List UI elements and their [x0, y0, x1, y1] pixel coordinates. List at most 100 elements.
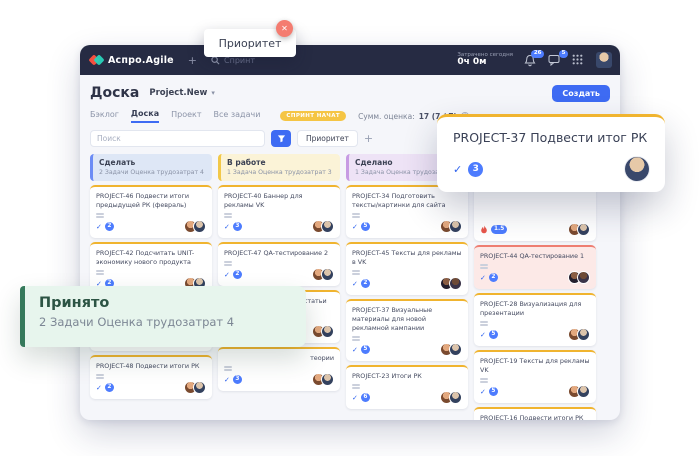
column-header: Сделать 2 Задачи Оценка трудозатрат 4 [90, 154, 212, 181]
avatar [193, 220, 206, 233]
task-card[interactable]: теории 3 [218, 347, 340, 391]
topbar-right: Затрачено сегодня 0ч 0м 26 5 [457, 52, 612, 68]
task-popup-card[interactable]: PROJECT-37 Подвести итог РК 3 [437, 114, 665, 192]
column-done: Сделано 1 Задача Оценка трудозатрат PROJ… [346, 154, 468, 409]
accepted-meta: 2 Задачи Оценка трудозатрат 4 [39, 315, 292, 329]
description-icon [96, 270, 104, 272]
task-card[interactable]: 1.5 [474, 185, 596, 241]
avatar [625, 157, 649, 181]
avatar [577, 271, 590, 284]
check-icon [96, 384, 102, 392]
notifications-badge: 26 [531, 50, 544, 59]
count-badge: 2 [233, 270, 242, 279]
priority-filter-chip[interactable]: Приоритет [297, 130, 358, 147]
description-icon [480, 378, 488, 380]
task-title [480, 192, 590, 201]
search-input[interactable] [90, 130, 265, 147]
subtask-counter: 5 [480, 387, 498, 396]
avatar [193, 381, 206, 394]
time-tracker[interactable]: Затрачено сегодня 0ч 0м [457, 52, 513, 68]
subtask-counter: 3 [224, 222, 242, 231]
tab-project[interactable]: Проект [171, 110, 201, 122]
task-popup-title: PROJECT-37 Подвести итог РК [453, 130, 649, 145]
task-card[interactable]: PROJECT-23 Итоги РК 6 [346, 365, 468, 409]
column-meta: 1 Задача Оценка трудозатрат 3 [227, 169, 334, 176]
app-window: Аспро.Agile Спринт Затрачено сегодня 0ч … [80, 45, 620, 420]
count-badge: 3 [233, 375, 242, 384]
subtask-counter: 2 [96, 222, 114, 231]
check-icon [224, 376, 230, 384]
count-badge: 3 [468, 162, 483, 177]
description-icon [224, 213, 232, 215]
task-card[interactable]: PROJECT-45 Тексты для рекламы в VK 2 [346, 242, 468, 295]
check-icon [352, 346, 358, 354]
avatars [568, 223, 590, 236]
task-card[interactable]: PROJECT-19 Тексты для рекламы VK 5 [474, 350, 596, 403]
avatars [568, 328, 590, 341]
task-card[interactable]: PROJECT-28 Визуализация для презентации … [474, 293, 596, 346]
column-header: В работе 1 Задача Оценка трудозатрат 3 [218, 154, 340, 181]
avatar [321, 268, 334, 281]
notifications-button[interactable]: 26 [524, 54, 537, 67]
column-todo: Сделать 2 Задачи Оценка трудозатрат 4 PR… [90, 154, 212, 399]
task-card[interactable]: PROJECT-16 Подвести итоги РК [474, 407, 596, 420]
description-icon [480, 264, 488, 266]
board-header: Доска Project.New Создать [90, 82, 610, 104]
description-icon [352, 384, 360, 386]
add-filter-icon[interactable]: + [364, 133, 373, 144]
project-select[interactable]: Project.New [149, 88, 215, 98]
user-avatar[interactable] [596, 52, 612, 68]
avatars [440, 220, 462, 233]
count-badge: 2 [105, 383, 114, 392]
task-title: PROJECT-46 Подвести итоги предыдущей РК … [96, 192, 206, 210]
check-icon [453, 163, 462, 176]
task-title: PROJECT-19 Тексты для рекламы VK [480, 357, 590, 375]
create-button[interactable]: Создать [552, 85, 610, 102]
count-badge: 2 [489, 273, 498, 282]
close-icon[interactable] [276, 20, 293, 37]
task-card[interactable]: PROJECT-46 Подвести итоги предыдущей РК … [90, 185, 212, 238]
count-badge: 5 [489, 387, 498, 396]
task-card[interactable]: PROJECT-34 Подготовить тексты/картинки д… [346, 185, 468, 238]
subtask-counter: 5 [480, 330, 498, 339]
avatars [440, 343, 462, 356]
page-title: Доска [90, 85, 139, 101]
avatar [321, 373, 334, 386]
task-card[interactable]: PROJECT-48 Подвести итоги РК 2 [90, 355, 212, 399]
description-icon [352, 270, 360, 272]
check-icon [480, 388, 486, 396]
time-tracker-value: 0ч 0м [457, 58, 513, 68]
add-icon[interactable] [188, 54, 197, 67]
messages-button[interactable]: 5 [548, 54, 561, 67]
avatars [184, 220, 206, 233]
count-badge: 5 [361, 222, 370, 231]
tab-all-tasks[interactable]: Все задачи [214, 110, 261, 122]
task-card-alert[interactable]: PROJECT-44 QA-тестирование 1 2 [474, 245, 596, 289]
subtask-counter: 2 [96, 383, 114, 392]
task-card[interactable]: PROJECT-40 Баннер для рекламы VK 3 [218, 185, 340, 238]
page: Аспро.Agile Спринт Затрачено сегодня 0ч … [0, 0, 700, 456]
task-title: PROJECT-42 Подсчитать UNIT-экономику нов… [96, 249, 206, 267]
avatars [568, 271, 590, 284]
filter-button[interactable] [271, 130, 291, 147]
check-icon [352, 280, 358, 288]
app-logo[interactable]: Аспро.Agile [90, 54, 174, 66]
check-icon [224, 271, 230, 279]
task-title: PROJECT-45 Тексты для рекламы в VK [352, 249, 462, 267]
avatar [577, 385, 590, 398]
check-icon [224, 223, 230, 231]
grid-icon [572, 54, 583, 65]
chevron-down-icon [211, 88, 215, 98]
tab-backlog[interactable]: Бэклог [90, 110, 119, 122]
check-icon [352, 394, 358, 402]
task-title: теории [224, 354, 334, 363]
count-badge: 2 [361, 279, 370, 288]
task-card[interactable]: PROJECT-37 Визуальные материалы для ново… [346, 299, 468, 361]
avatar [449, 391, 462, 404]
deadline-badge: 1.5 [491, 225, 507, 234]
tab-board[interactable]: Доска [131, 109, 159, 123]
apps-menu-button[interactable] [572, 54, 585, 67]
avatars [184, 381, 206, 394]
task-card[interactable]: PROJECT-47 QA-тестирование 2 2 [218, 242, 340, 286]
column-meta: 2 Задачи Оценка трудозатрат 4 [99, 169, 206, 176]
